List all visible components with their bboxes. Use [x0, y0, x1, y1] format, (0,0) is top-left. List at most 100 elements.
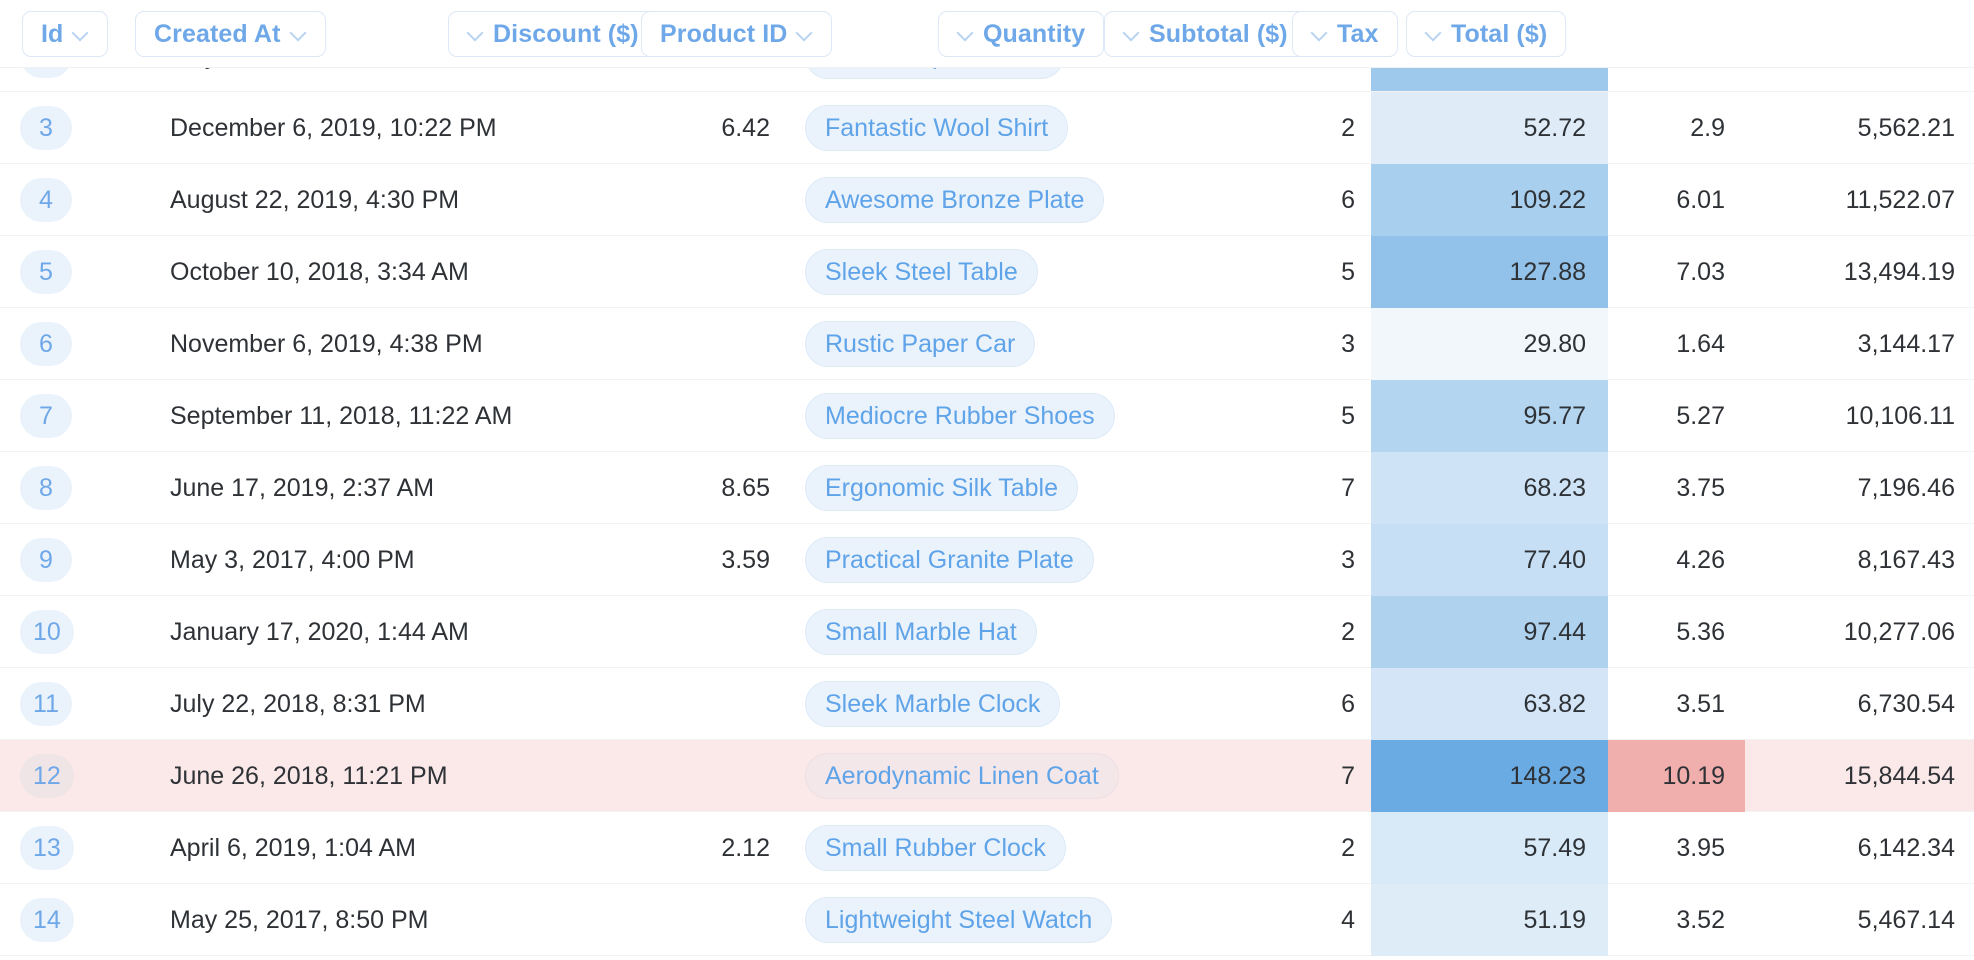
product-id-pill[interactable]: Aerodynamic Linen Coat	[805, 753, 1119, 799]
product-id-pill[interactable]: Fantastic Wool Shirt	[805, 105, 1068, 151]
row-id-badge[interactable]: 13	[20, 826, 74, 870]
cell-total: 15,844.54	[1745, 740, 1955, 812]
row-id-badge[interactable]: 6	[20, 322, 72, 366]
table-header-row: Id Created At Discount ($)Product ID Quanti…	[0, 0, 1974, 68]
cell-total: 10,106.11	[1745, 380, 1955, 452]
cell-discount: 8.65	[640, 452, 770, 524]
cell-subtotal	[1371, 68, 1608, 92]
table-row[interactable]: 8June 17, 2019, 2:37 AM8.65Ergonomic Sil…	[0, 452, 1974, 524]
column-header-button-subtotal[interactable]: Subtotal ($)	[1104, 11, 1307, 57]
product-id-pill[interactable]: Ergonomic Silk Table	[805, 465, 1078, 511]
data-table-view: Id Created At Discount ($)Product ID Quanti…	[0, 0, 1974, 960]
product-id-pill[interactable]: Rustic Paper Car	[805, 321, 1035, 367]
row-id-badge[interactable]: 2	[20, 68, 72, 78]
row-id-badge[interactable]: 4	[20, 178, 72, 222]
column-header-label: Discount ($)	[493, 20, 639, 49]
column-header-label: Id	[41, 20, 63, 49]
cell-id: 4	[20, 164, 98, 236]
row-id-badge[interactable]: 8	[20, 466, 72, 510]
cell-id: 13	[20, 812, 98, 884]
cell-id: 3	[20, 92, 98, 164]
column-header-button-discount[interactable]: Discount ($)	[448, 11, 658, 57]
cell-id: 11	[20, 668, 98, 740]
cell-tax	[1608, 68, 1745, 92]
table-row[interactable]: 12 June 26, 2018, 11:21 PM Aerodynamic Lin…	[0, 740, 1974, 812]
column-header-button-created_at[interactable]: Created At	[135, 11, 326, 57]
table-row[interactable]: 4August 22, 2019, 4:30 PMAwesome Bronze …	[0, 164, 1974, 236]
chevron-down-icon[interactable]	[290, 24, 307, 41]
product-id-pill[interactable]: Small Marble Hat	[805, 609, 1037, 655]
table-row[interactable]: 11 July 22, 2018, 8:31 PM Sleek Marble Clo…	[0, 668, 1974, 740]
header-cell-total: Total ($)	[1406, 10, 1566, 58]
product-id-pill[interactable]: Small Rubber Clock	[805, 825, 1066, 871]
chevron-down-icon[interactable]	[72, 24, 89, 41]
table-row[interactable]: 5October 10, 2018, 3:34 AMSleek Steel Ta…	[0, 236, 1974, 308]
cell-discount	[640, 308, 770, 380]
product-id-pill[interactable]: Mediocre Rubber Shoes	[805, 393, 1115, 439]
table-row[interactable]: 3December 6, 2019, 10:22 PM6.42Fantastic…	[0, 92, 1974, 164]
cell-subtotal: 68.23	[1371, 452, 1608, 524]
column-header-label: Created At	[154, 20, 281, 49]
product-id-pill[interactable]: Rustic Paper Wallet	[805, 68, 1064, 79]
column-header-button-id[interactable]: Id	[22, 11, 108, 57]
row-id-badge[interactable]: 7	[20, 394, 72, 438]
table-body[interactable]: 2 May 14, 2018, 3:04 PM Rustic Paper Walle…	[0, 68, 1974, 960]
cell-created_at: July 22, 2018, 8:31 PM	[170, 668, 690, 740]
column-header-label: Total ($)	[1451, 20, 1547, 49]
cell-total: 6,730.54	[1745, 668, 1955, 740]
table-row[interactable]: 9May 3, 2017, 4:00 PM3.59Practical Grani…	[0, 524, 1974, 596]
chevron-down-icon[interactable]	[467, 24, 484, 41]
row-id-badge[interactable]: 9	[20, 538, 72, 582]
row-id-badge[interactable]: 10	[20, 610, 74, 654]
cell-total: 7,196.46	[1745, 452, 1955, 524]
product-id-pill[interactable]: Awesome Bronze Plate	[805, 177, 1104, 223]
table-row[interactable]: 2 May 14, 2018, 3:04 PM Rustic Paper Walle…	[0, 68, 1974, 92]
table-row[interactable]: 6November 6, 2019, 4:38 PMRustic Paper C…	[0, 308, 1974, 380]
cell-quantity: 5	[1180, 380, 1355, 452]
row-id-badge[interactable]: 14	[20, 898, 74, 942]
cell-total: 8,167.43	[1745, 524, 1955, 596]
chevron-down-icon[interactable]	[1311, 24, 1328, 41]
cell-discount	[640, 740, 770, 812]
cell-created_at: December 6, 2019, 10:22 PM	[170, 92, 690, 164]
cell-subtotal: 52.72	[1371, 92, 1608, 164]
product-id-pill[interactable]: Sleek Steel Table	[805, 249, 1038, 295]
cell-total: 5,562.21	[1745, 92, 1955, 164]
table-row[interactable]: 14 May 25, 2017, 8:50 PM Lightweight Steel…	[0, 884, 1974, 956]
cell-tax: 10.19	[1608, 740, 1745, 812]
cell-id: 8	[20, 452, 98, 524]
cell-total: 3,144.17	[1745, 308, 1955, 380]
row-id-badge[interactable]: 5	[20, 250, 72, 294]
product-id-pill[interactable]: Lightweight Steel Watch	[805, 897, 1112, 943]
cell-created_at: May 25, 2017, 8:50 PM	[170, 884, 690, 956]
cell-total: 11,522.07	[1745, 164, 1955, 236]
column-header-label: Quantity	[983, 20, 1085, 49]
cell-discount	[640, 68, 770, 92]
column-header-button-product_id[interactable]: Product ID	[641, 11, 832, 57]
row-id-badge[interactable]: 12	[20, 754, 74, 798]
column-header-button-quantity[interactable]: Quantity	[938, 11, 1104, 57]
cell-subtotal: 148.23	[1371, 740, 1608, 812]
cell-tax: 3.52	[1608, 884, 1745, 956]
table-row[interactable]: 10January 17, 2020, 1:44 AMSmall Marble …	[0, 596, 1974, 668]
table-row[interactable]: 13April 6, 2019, 1:04 AM2.12Small Rubber…	[0, 812, 1974, 884]
row-id-badge[interactable]: 3	[20, 106, 72, 150]
chevron-down-icon[interactable]	[1425, 24, 1442, 41]
chevron-down-icon[interactable]	[957, 24, 974, 41]
cell-created_at: June 26, 2018, 11:21 PM	[170, 740, 690, 812]
table-row[interactable]: 7September 11, 2018, 11:22 AMMediocre Ru…	[0, 380, 1974, 452]
cell-tax: 2.9	[1608, 92, 1745, 164]
chevron-down-icon[interactable]	[796, 24, 813, 41]
cell-id: 14	[20, 884, 98, 956]
product-id-pill[interactable]: Sleek Marble Clock	[805, 681, 1060, 727]
header-cell-product_id: Product ID	[641, 10, 832, 58]
cell-subtotal: 109.22	[1371, 164, 1608, 236]
chevron-down-icon[interactable]	[1123, 24, 1140, 41]
cell-discount	[640, 884, 770, 956]
column-header-button-total[interactable]: Total ($)	[1406, 11, 1566, 57]
product-id-pill[interactable]: Practical Granite Plate	[805, 537, 1094, 583]
column-header-button-tax[interactable]: Tax	[1292, 11, 1398, 57]
cell-id: 6	[20, 308, 98, 380]
cell-created_at: May 14, 2018, 3:04 PM	[170, 68, 690, 92]
row-id-badge[interactable]: 11	[20, 682, 72, 726]
